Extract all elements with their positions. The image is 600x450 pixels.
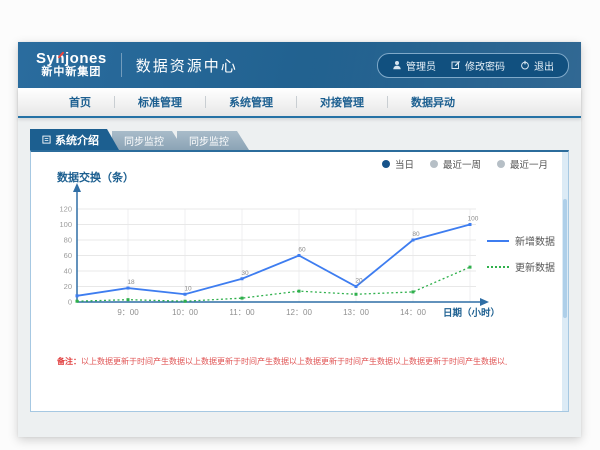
x-axis-title: 日期（小时） [443, 307, 500, 319]
edit-icon [451, 60, 461, 70]
page-title: 数据资源中心 [136, 55, 238, 76]
chart-panel: 当日最近一周最近一月 数据交换（条） 0204060801001209：0010… [30, 150, 569, 412]
tab-label: 系统介绍 [55, 132, 99, 148]
footnote: 备注：以上数据更新于时间产生数据以上数据更新于时间产生数据以上数据更新于时间产生… [57, 356, 507, 367]
point-value-label: 100 [468, 216, 479, 223]
y-tick-label: 80 [64, 236, 72, 245]
radio-icon [382, 160, 390, 168]
filter-last-week[interactable]: 最近一周 [430, 157, 481, 171]
time-filter-group: 当日 最近一周 最近一月 [382, 157, 548, 171]
data-point [355, 293, 358, 296]
data-point [298, 254, 301, 257]
legend-swatch [487, 266, 509, 268]
power-icon [520, 60, 530, 70]
data-point [184, 300, 187, 303]
nav-standard-mgmt[interactable]: 标准管理 [115, 94, 205, 110]
data-point [412, 239, 415, 242]
radio-icon [497, 160, 505, 168]
legend-label: 更新数据 [515, 259, 555, 274]
point-value-label: 60 [298, 247, 306, 254]
x-tick-label: 10：00 [172, 308, 198, 317]
data-point [241, 297, 244, 300]
x-tick-label: 13：00 [343, 308, 369, 317]
data-point [241, 277, 244, 280]
y-tick-label: 40 [64, 267, 72, 276]
user-name: 管理员 [406, 58, 436, 73]
logo[interactable]: Synjones 新中新集团 [30, 51, 107, 78]
series-1-line [77, 267, 470, 301]
main-nav: 首页标准管理系统管理对接管理数据异动 [18, 88, 581, 118]
change-password-label: 修改密码 [465, 58, 505, 73]
app-header: Synjones 新中新集团 数据资源中心 管理员 修改密码 [18, 42, 581, 88]
logout-button[interactable]: 退出 [520, 58, 554, 73]
data-point [184, 293, 187, 296]
y-tick-label: 100 [59, 220, 72, 229]
legend-item-1[interactable]: 更新数据 [487, 259, 555, 274]
x-tick-label: 11：00 [229, 308, 255, 317]
filter-today[interactable]: 当日 [382, 157, 414, 171]
logo-wordmark: Synjones [36, 51, 107, 67]
scrollbar-thumb[interactable] [563, 199, 567, 318]
content-area: 系统介绍同步监控同步监控 当日最近一周最近一月 数据交换（条） 02040608… [18, 129, 581, 412]
x-axis-arrow [480, 298, 489, 306]
x-tick-label: 12：00 [286, 308, 312, 317]
point-value-label: 80 [412, 231, 420, 238]
data-point [412, 290, 415, 293]
legend-label: 新增数据 [515, 233, 555, 248]
y-tick-label: 60 [64, 251, 72, 260]
tab-sync-monitor-2[interactable]: 同步监控 [177, 131, 249, 150]
change-password-button[interactable]: 修改密码 [451, 58, 505, 73]
nav-home[interactable]: 首页 [46, 94, 114, 110]
header-divider [121, 53, 122, 77]
filter-label: 当日 [395, 157, 414, 171]
y-axis-arrow [73, 183, 81, 192]
data-point [469, 266, 472, 269]
point-value-label: 10 [184, 285, 192, 292]
app-window: Synjones 新中新集团 数据资源中心 管理员 修改密码 [18, 42, 581, 437]
filter-label: 最近一月 [510, 157, 548, 171]
nav-system-mgmt[interactable]: 系统管理 [206, 94, 296, 110]
data-point [469, 223, 472, 226]
data-point [355, 285, 358, 288]
nav-integration-mgmt[interactable]: 对接管理 [297, 94, 387, 110]
radio-icon [430, 160, 438, 168]
tab-label: 同步监控 [189, 133, 229, 148]
footnote-text: 以上数据更新于时间产生数据以上数据更新于时间产生数据以上数据更新于时间产生数据以… [81, 357, 507, 366]
chart-legend: 新增数据更新数据 [487, 233, 555, 274]
legend-item-0[interactable]: 新增数据 [487, 233, 555, 248]
point-value-label: 30 [241, 270, 249, 277]
user-toolbar: 管理员 修改密码 退出 [377, 53, 569, 78]
point-value-label: 20 [355, 278, 363, 285]
tab-bar: 系统介绍 同步监控 同步监控 [30, 129, 581, 150]
filter-label: 最近一周 [443, 157, 481, 171]
logout-label: 退出 [534, 58, 554, 73]
point-value-label: 18 [127, 279, 135, 286]
user-menu[interactable]: 管理员 [392, 58, 436, 73]
data-point [298, 290, 301, 293]
user-icon [392, 60, 402, 70]
data-point [127, 287, 130, 290]
x-tick-label: 9：00 [117, 308, 139, 317]
y-tick-label: 0 [68, 298, 72, 307]
data-point [127, 298, 130, 301]
tab-label: 同步监控 [124, 133, 164, 148]
series-0-line [77, 225, 470, 296]
y-tick-label: 20 [64, 282, 72, 291]
footnote-prefix: 备注： [57, 357, 81, 366]
legend-swatch [487, 240, 509, 242]
nav-data-change[interactable]: 数据异动 [388, 94, 478, 110]
logo-company-name: 新中新集团 [36, 67, 107, 79]
y-tick-label: 120 [59, 205, 72, 214]
data-point [76, 294, 79, 297]
data-point [76, 300, 79, 303]
tab-sync-monitor-1[interactable]: 同步监控 [112, 131, 184, 150]
panel-scrollbar[interactable] [562, 152, 568, 411]
document-icon [42, 135, 51, 144]
tab-system-intro[interactable]: 系统介绍 [30, 129, 119, 150]
filter-last-month[interactable]: 最近一月 [497, 157, 548, 171]
x-tick-label: 14：00 [400, 308, 426, 317]
